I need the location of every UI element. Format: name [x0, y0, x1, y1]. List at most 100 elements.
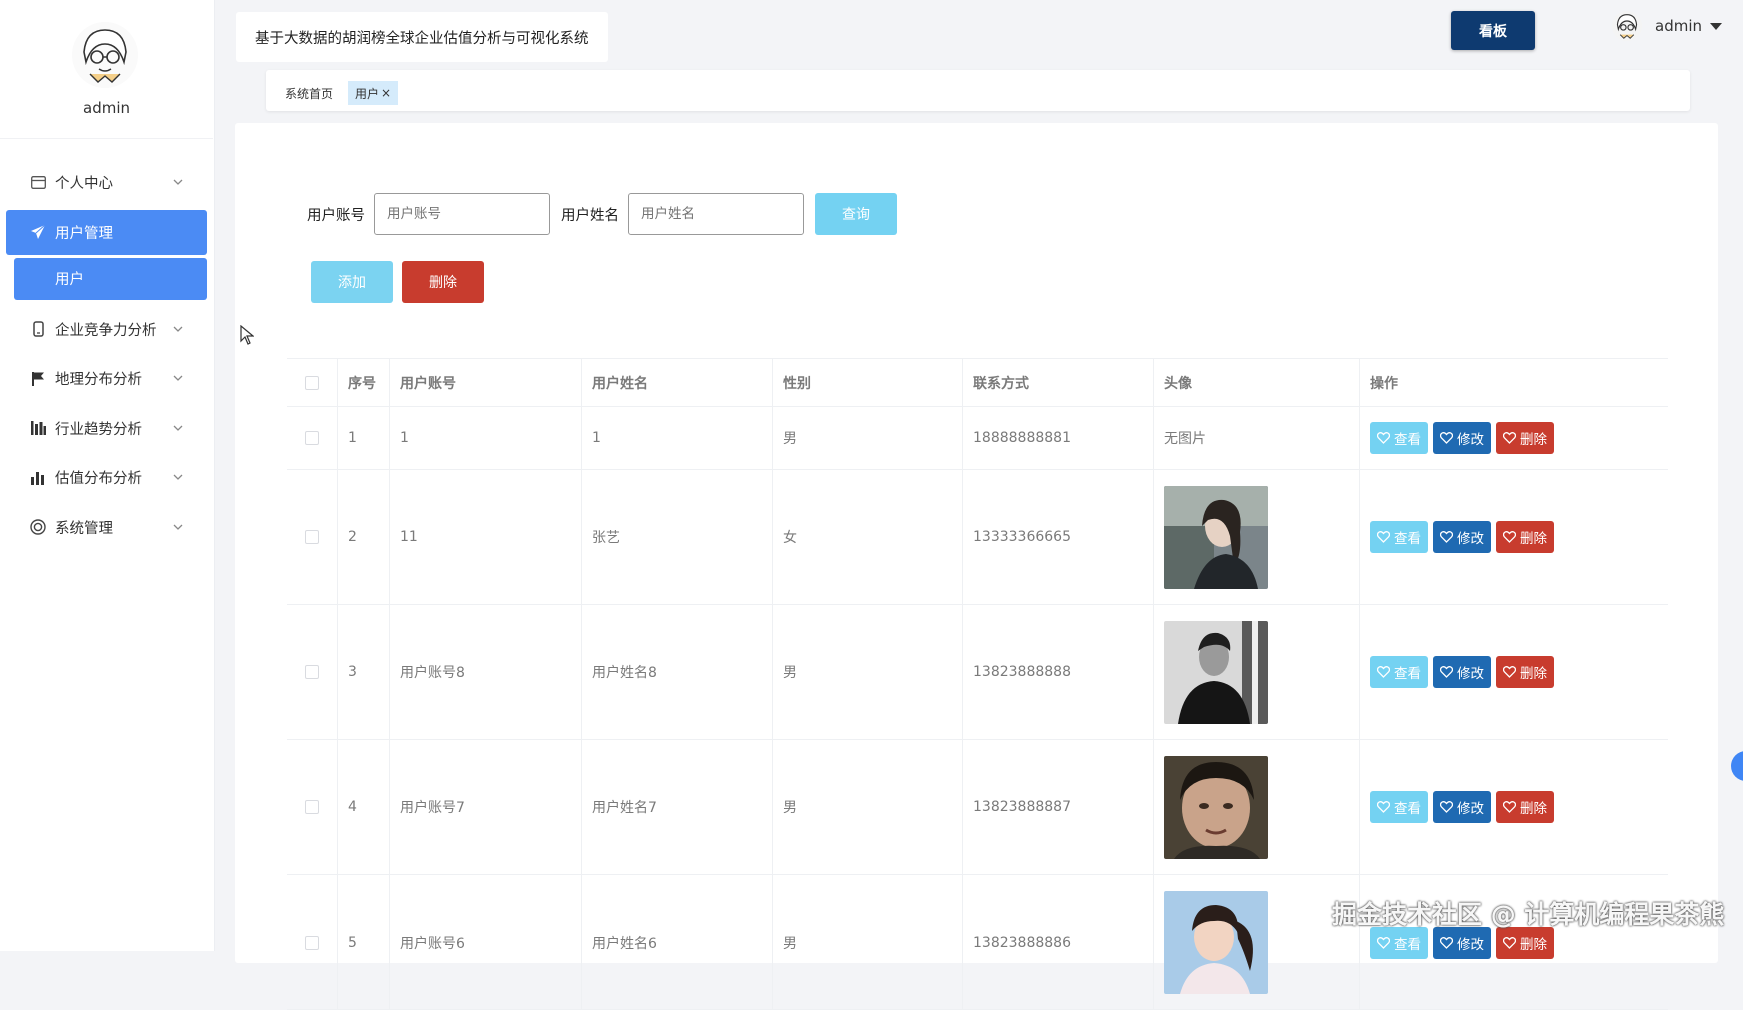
sidebar-item-industry-trend[interactable]: 行业趋势分析: [0, 404, 215, 454]
name-search-input[interactable]: [628, 193, 804, 235]
view-button[interactable]: 查看: [1370, 791, 1428, 823]
sidebar-item-geography[interactable]: 地理分布分析: [0, 354, 215, 404]
op-label: 修改: [1457, 531, 1484, 547]
row-checkbox[interactable]: [305, 431, 319, 445]
op-label: 查看: [1394, 801, 1421, 817]
header-cell: 用户账号: [390, 359, 582, 406]
account-search-input[interactable]: [374, 193, 550, 235]
sidebar-item-valuation-distribution[interactable]: 估值分布分析: [0, 453, 215, 503]
ops-cell: 查看 修改 删除: [1360, 605, 1668, 739]
close-icon[interactable]: ×: [381, 86, 391, 100]
op-label: 修改: [1457, 801, 1484, 817]
avatar-image[interactable]: [1164, 485, 1268, 589]
header-cell: [287, 359, 338, 406]
heart-icon: [1503, 531, 1516, 543]
name-cell: 用户姓名8: [582, 605, 773, 739]
header-cell: 序号: [338, 359, 390, 406]
chevron-down-icon: [173, 425, 183, 431]
sidebar-item-system-management[interactable]: 系统管理: [0, 503, 215, 553]
sidebar-item-user-management[interactable]: 用户管理: [6, 209, 207, 255]
watermark-text: 掘金技术社区 @ 计算机编程果茶熊: [1332, 900, 1725, 929]
heart-icon: [1440, 801, 1453, 813]
avatar-image[interactable]: [1164, 755, 1268, 859]
sidebar-item-label: 地理分布分析: [55, 372, 142, 389]
chevron-down-icon: [173, 179, 183, 185]
user-menu[interactable]: admin: [1612, 11, 1722, 41]
sidebar-item-personal-center[interactable]: 个人中心: [0, 158, 215, 208]
row-select-cell: [287, 875, 338, 1010]
chevron-down-icon: [173, 375, 183, 381]
heart-icon: [1377, 801, 1390, 813]
batch-delete-button[interactable]: 删除: [402, 261, 484, 303]
edit-button[interactable]: 修改: [1433, 656, 1491, 688]
row-checkbox[interactable]: [305, 935, 319, 950]
delete-button[interactable]: 删除: [1496, 656, 1554, 688]
row-select-cell: [287, 740, 338, 874]
floating-action-dot[interactable]: [1731, 751, 1743, 781]
delete-button[interactable]: 删除: [1496, 926, 1554, 959]
table-row: 4 用户账号7 用户姓名7 男 13823888887 查看 修改 删除: [287, 740, 1668, 875]
phone-icon: [30, 321, 46, 337]
view-button[interactable]: 查看: [1370, 656, 1428, 688]
gender-cell: 男: [773, 875, 963, 1010]
search-form: 用户账号 用户姓名 查询: [307, 193, 897, 235]
header-cell: 性别: [773, 359, 963, 406]
header-cell: 联系方式: [963, 359, 1154, 406]
edit-button[interactable]: 修改: [1433, 422, 1491, 454]
row-checkbox[interactable]: [305, 665, 319, 679]
row-checkbox[interactable]: [305, 530, 319, 544]
phone-cell: 13333366665: [963, 470, 1154, 604]
add-button[interactable]: 添加: [311, 261, 393, 303]
heart-icon: [1377, 666, 1390, 678]
view-button[interactable]: 查看: [1370, 521, 1428, 553]
header-cell: 操作: [1370, 375, 1398, 392]
sidebar-item-label: 估值分布分析: [55, 471, 142, 488]
avatar-image[interactable]: [1164, 891, 1268, 994]
row-checkbox[interactable]: [305, 800, 319, 814]
name-cell: 1: [582, 407, 773, 469]
sidebar-subitem-user[interactable]: 用户: [14, 257, 207, 300]
delete-button[interactable]: 删除: [1496, 791, 1554, 823]
op-label: 查看: [1394, 666, 1421, 682]
op-label: 查看: [1394, 531, 1421, 547]
ops-cell: 查看 修改 删除: [1360, 740, 1668, 874]
avatar-image[interactable]: [1164, 620, 1268, 724]
tab-home[interactable]: 系统首页: [279, 81, 339, 105]
sidebar-item-label: 用户管理: [55, 225, 113, 242]
op-label: 删除: [1520, 666, 1547, 682]
sidebar: admin 个人中心 用户管理 用户 企业竞争力分析 地理分布分析 行业趋势分析…: [0, 0, 215, 951]
bar-chart-icon: [30, 470, 46, 486]
edit-button[interactable]: 修改: [1433, 791, 1491, 823]
heart-icon: [1503, 666, 1516, 678]
gender-cell: 男: [773, 740, 963, 874]
avatar-cell: [1154, 605, 1360, 739]
edit-button[interactable]: 修改: [1433, 926, 1491, 959]
delete-button[interactable]: 删除: [1496, 521, 1554, 553]
heart-icon: [1503, 936, 1516, 949]
sidebar-divider: [0, 138, 213, 139]
view-button[interactable]: 查看: [1370, 422, 1428, 454]
heart-icon: [1503, 432, 1516, 444]
edit-button[interactable]: 修改: [1433, 521, 1491, 553]
op-label: 删除: [1520, 531, 1547, 547]
app-title: 基于大数据的胡润榜全球企业估值分析与可视化系统: [236, 12, 608, 62]
board-button[interactable]: 看板: [1451, 11, 1535, 50]
sidebar-item-competitiveness[interactable]: 企业竞争力分析: [0, 305, 215, 355]
query-button[interactable]: 查询: [815, 193, 897, 235]
select-all-checkbox[interactable]: [305, 375, 319, 390]
account-cell: 1: [390, 407, 582, 469]
op-label: 删除: [1520, 432, 1547, 448]
table-header: 序号 用户账号 用户姓名 性别 联系方式 头像 操作: [287, 359, 1668, 407]
heart-icon: [1377, 531, 1390, 543]
index-cell: 4: [338, 740, 390, 874]
ops-cell: 查看 修改 删除: [1360, 470, 1668, 604]
sidebar-avatar[interactable]: [72, 22, 138, 88]
delete-button[interactable]: 删除: [1496, 422, 1554, 454]
sidebar-item-label: 系统管理: [55, 520, 113, 537]
tab-user[interactable]: 用户 ×: [348, 81, 399, 105]
view-button[interactable]: 查看: [1370, 926, 1428, 959]
header-cell: 用户姓名: [582, 359, 773, 406]
row-select-cell: [287, 470, 338, 604]
sidebar-item-label: 个人中心: [55, 176, 113, 193]
heart-icon: [1377, 936, 1390, 949]
